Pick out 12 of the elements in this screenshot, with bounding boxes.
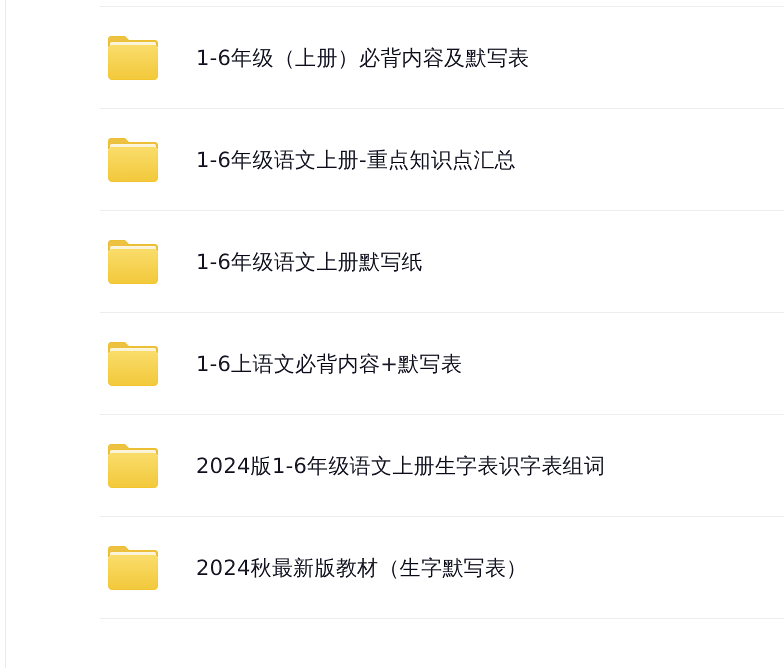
folder-name[interactable]: 2024版1-6年级语文上册生字表识字表组词 bbox=[196, 452, 606, 480]
folder-icon bbox=[108, 36, 158, 80]
folder-icon bbox=[108, 342, 158, 386]
folder-icon bbox=[108, 546, 158, 590]
folder-name[interactable]: 1-6年级语文上册-重点知识点汇总 bbox=[196, 146, 516, 174]
folder-name[interactable]: 1-6年级语文上册默写纸 bbox=[196, 248, 423, 276]
folder-name[interactable]: 1-6年级（上册）必背内容及默写表 bbox=[196, 44, 530, 72]
folder-icon bbox=[108, 138, 158, 182]
folder-name[interactable]: 1-6上语文必背内容+默写表 bbox=[196, 350, 462, 378]
folder-icon bbox=[108, 444, 158, 488]
folder-icon bbox=[108, 240, 158, 284]
folder-name[interactable]: 2024秋最新版教材（生字默写表） bbox=[196, 554, 528, 582]
